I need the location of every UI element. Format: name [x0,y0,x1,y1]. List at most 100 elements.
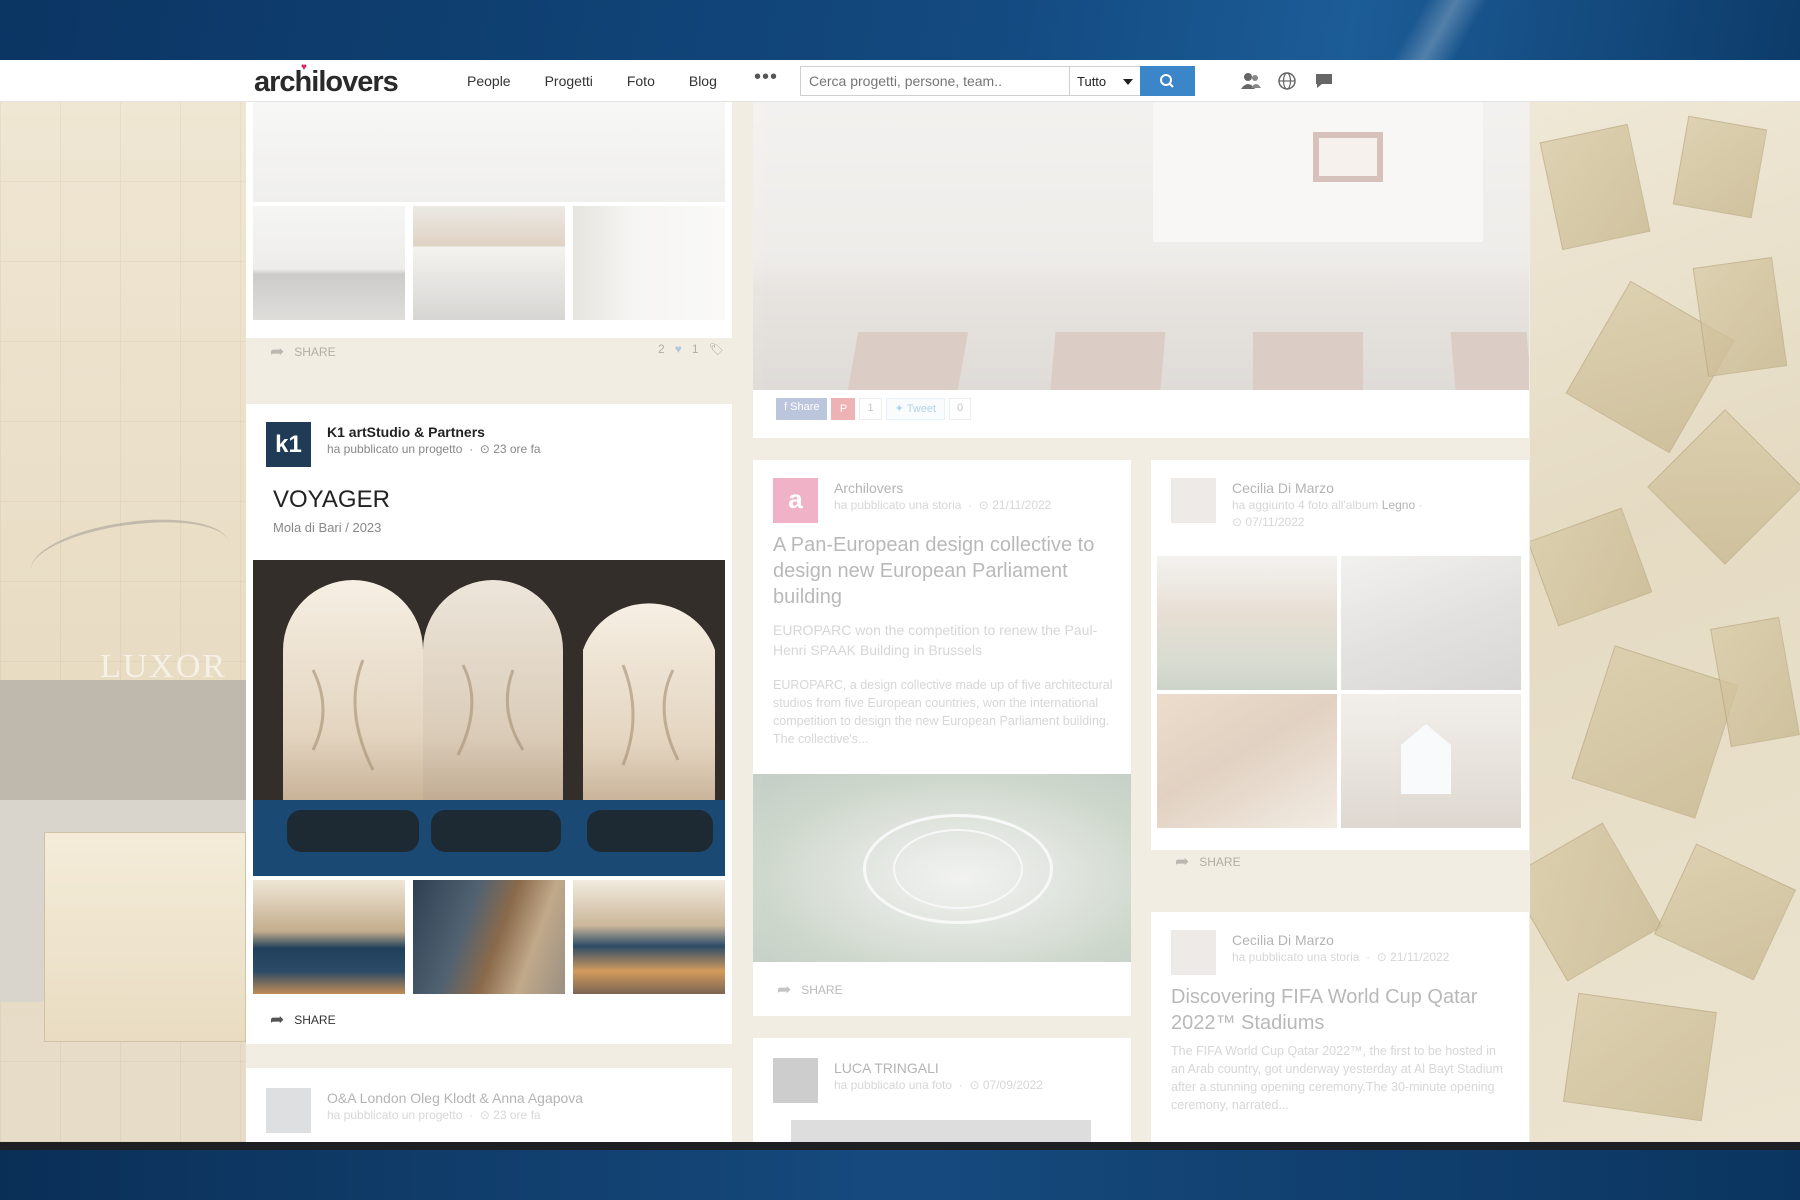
story-title[interactable]: Discovering FIFA World Cup Qatar 2022™ S… [1171,984,1511,1036]
album-link[interactable]: Legno [1382,498,1415,512]
pinterest-icon: P [839,403,848,415]
author-name[interactable]: Archilovers [834,480,903,496]
tags-number: 1 [691,342,699,356]
post-date: 21/11/2022 [992,498,1052,512]
album-card: Cecilia Di Marzo ha aggiunto 4 foto all'… [1151,460,1529,850]
search-input[interactable] [800,66,1070,96]
archilovers-avatar[interactable]: a [773,478,818,523]
project-main-photo[interactable] [253,560,725,876]
author-name[interactable]: Cecilia Di Marzo [1232,932,1334,948]
story-subtitle: EUROPARC won the competition to renew th… [773,622,1098,658]
nav-item-progetti[interactable]: Progetti [545,73,593,89]
site-logo[interactable]: archilovers [254,66,399,99]
project-thumbnail[interactable] [253,206,405,320]
project-card: k1 K1 artStudio & Partners ha pubblicato… [246,404,732,1044]
project-title[interactable]: VOYAGER [273,486,390,514]
search-scope-value: Tutto [1077,74,1107,89]
tag-icon: 🏷 [708,342,724,356]
story-card: Cecilia Di Marzo ha pubblicato una stori… [1151,912,1529,1142]
clock-icon: ⊙ [479,1108,490,1122]
post-action: ha pubblicato una storia [834,498,962,512]
author-avatar[interactable] [266,1088,311,1133]
more-menu-button[interactable]: ••• [754,66,778,89]
social-share-bar: f Share P 1 ✦ Tweet 0 [776,398,972,420]
left-background [0,102,246,1142]
project-subtitle: Mola di Bari / 2023 [273,520,382,535]
story-photo[interactable] [753,774,1131,962]
post-meta: ha pubblicato una storia · ⊙ 21/11/2022 [834,498,1052,512]
post-date: 07/09/2022 [982,1078,1043,1092]
project-thumbnail[interactable] [253,880,405,994]
tweet-button[interactable]: ✦ Tweet [885,398,946,420]
twitter-icon: ✦ [894,403,907,415]
author-avatar[interactable] [1171,478,1216,523]
post-meta: ha pubblicato una foto · ⊙ 07/09/2022 [834,1078,1043,1092]
project-thumbnail[interactable] [573,880,725,994]
logo-heart-icon: ♥ [301,62,307,73]
pinterest-button[interactable]: P [831,398,856,420]
post-date-line: ⊙ 07/11/2022 [1232,515,1305,529]
chat-icon[interactable] [1313,71,1335,91]
post-action: ha aggiunto 4 foto all'album [1232,498,1379,512]
search-icon [1160,74,1174,88]
author-name[interactable]: K1 artStudio & Partners [327,424,485,440]
author-name[interactable]: LUCA TRINGALI [834,1060,939,1076]
share-icon: ➦ [270,1010,285,1029]
post-action: ha pubblicato un progetto [327,1108,463,1122]
tweet-label: Tweet [906,403,937,415]
project-main-photo[interactable] [253,102,725,202]
album-photo[interactable] [1157,694,1337,828]
post-meta: ha aggiunto 4 foto all'album Legno · [1232,498,1423,512]
pinterest-count: 1 [859,398,882,420]
featured-photo[interactable] [753,102,1529,390]
share-label: SHARE [801,983,843,997]
likes-number: 2 [658,342,665,356]
search-button[interactable] [1140,66,1195,96]
facebook-share-button[interactable]: f Share [776,398,828,420]
share-button[interactable]: ➦ SHARE [270,342,336,362]
author-avatar[interactable] [1171,930,1216,975]
background-sign [0,680,246,800]
author-avatar[interactable] [773,1058,818,1103]
project-thumbnail[interactable] [413,880,565,994]
main-nav: People Progetti Foto Blog [467,73,717,89]
album-photo[interactable] [1341,556,1521,690]
post-meta: ha pubblicato un progetto · ⊙ 23 ore fa [327,442,541,456]
post-action: ha pubblicato una storia [1232,950,1360,964]
project-thumbnail[interactable] [413,206,565,320]
chevron-down-icon [1123,79,1133,85]
share-label: SHARE [294,1013,336,1027]
likes-count[interactable]: 2 ♥ 1 🏷 [658,342,724,356]
project-thumbnail[interactable] [573,206,725,320]
author-name[interactable]: O&A London Oleg Klodt & Anna Agapova [327,1090,583,1106]
photo-preview[interactable] [791,1120,1091,1142]
share-icon: ➦ [270,342,285,361]
nav-item-blog[interactable]: Blog [689,73,717,89]
clock-icon: ⊙ [978,498,989,512]
album-photo[interactable] [1341,694,1521,828]
story-excerpt: The FIFA World Cup Qatar 2022™, the firs… [1171,1044,1503,1112]
post-time: 23 ore fa [493,1108,541,1122]
browser-bottom-band [0,1142,1800,1200]
share-button[interactable]: ➦ SHARE [270,1010,336,1030]
nav-item-people[interactable]: People [467,73,511,89]
nav-item-foto[interactable]: Foto [627,73,655,89]
share-button[interactable]: ➦ SHARE [1175,852,1241,872]
search-scope-select[interactable]: Tutto [1069,66,1141,96]
post-meta: ha pubblicato una storia · ⊙ 21/11/2022 [1232,950,1450,964]
author-avatar[interactable]: k1 [266,422,311,467]
people-icon[interactable] [1240,71,1262,91]
background-decoration [26,508,234,606]
post-meta: ha pubblicato un progetto · ⊙ 23 ore fa [327,1108,541,1122]
album-photo[interactable] [1157,556,1337,690]
share-icon: ➦ [777,980,792,999]
globe-icon[interactable] [1276,71,1298,91]
author-name[interactable]: Cecilia Di Marzo [1232,480,1334,496]
browser-top-band [0,0,1800,60]
story-title[interactable]: A Pan-European design collective to desi… [773,532,1113,610]
share-label: SHARE [1199,855,1241,869]
clock-icon: ⊙ [1232,515,1243,529]
page: LUXOR ➦ SHARE 2 ♥ 1 🏷 ➦ SHARE k1 [0,60,1800,1142]
share-button[interactable]: ➦ SHARE [777,980,843,1000]
heart-icon: ♥ [674,342,682,356]
